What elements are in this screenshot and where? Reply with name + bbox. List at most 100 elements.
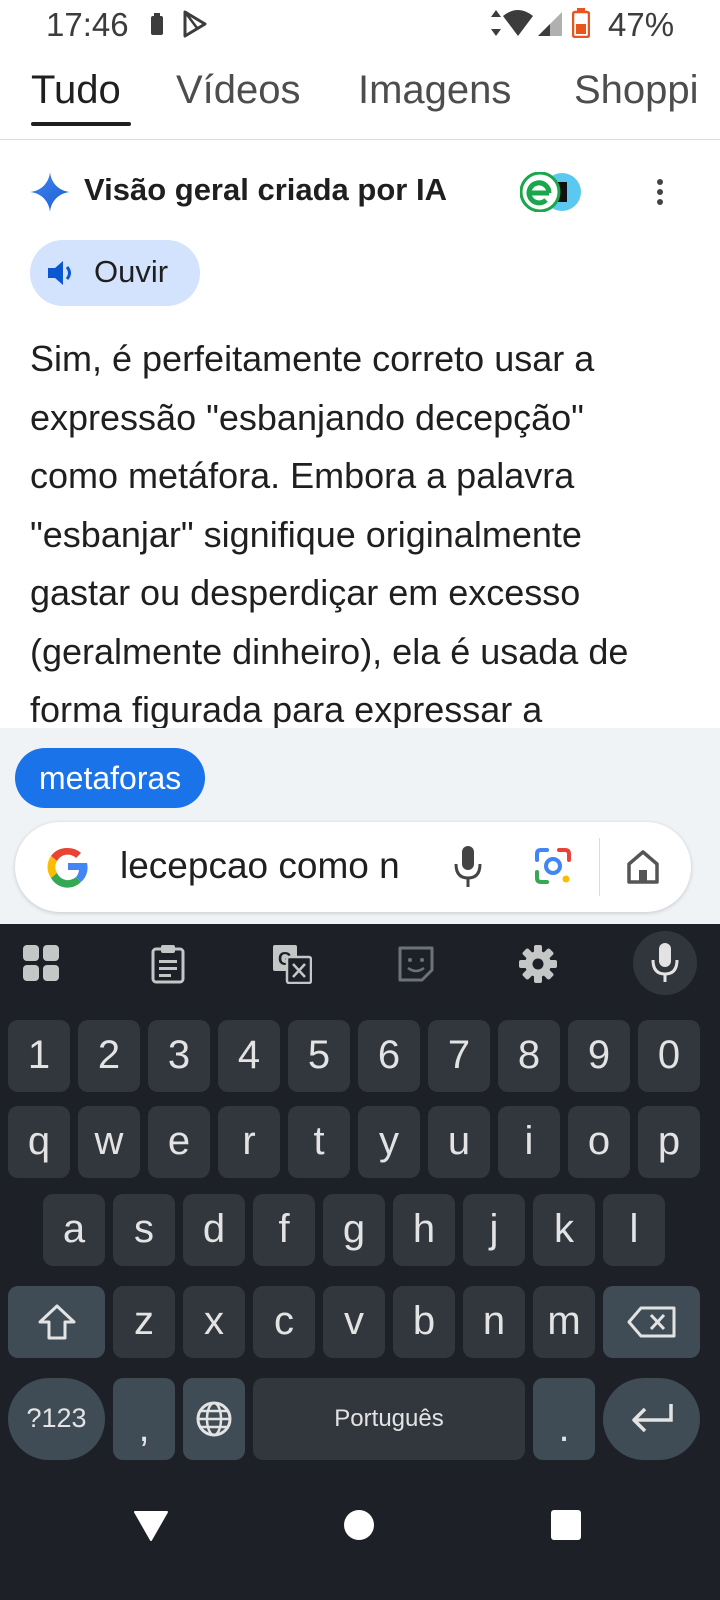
tab-shopping[interactable]: Shoppi — [574, 68, 699, 113]
wifi-icon — [503, 10, 533, 36]
ai-text-line: Sim, é perfeitamente correto usar a — [30, 338, 595, 379]
comma-key[interactable]: , — [113, 1378, 175, 1460]
key-a[interactable]: a — [43, 1194, 105, 1266]
suggestion-chip[interactable]: metaforas — [15, 748, 206, 808]
search-divider — [599, 838, 600, 896]
backspace-key[interactable] — [603, 1286, 700, 1358]
globe-icon — [196, 1401, 232, 1437]
language-key[interactable] — [183, 1378, 245, 1460]
enter-arrow-icon — [632, 1404, 673, 1433]
play-store-icon — [183, 10, 207, 38]
enter-key[interactable] — [603, 1378, 700, 1460]
battery-icon — [572, 8, 590, 38]
key-6[interactable]: 6 — [358, 1020, 420, 1092]
ai-overview-title: Visão geral criada por IA — [84, 172, 447, 207]
more-options-icon[interactable] — [648, 172, 672, 212]
key-m[interactable]: m — [533, 1286, 595, 1358]
listen-label: Ouvir — [94, 254, 169, 289]
translate-icon[interactable]: G — [272, 944, 312, 984]
key-y[interactable]: y — [358, 1106, 420, 1178]
settings-gear-icon[interactable] — [518, 944, 558, 984]
keyboard: G 1 2 3 4 5 6 7 8 9 0 q w e r t y u i o … — [0, 924, 720, 1486]
tab-all[interactable]: Tudo — [31, 68, 121, 113]
key-k[interactable]: k — [533, 1194, 595, 1266]
search-input[interactable]: lecepcao como n — [120, 845, 425, 887]
key-0[interactable]: 0 — [638, 1020, 700, 1092]
google-lens-icon[interactable] — [533, 846, 573, 886]
battery-saver-icon — [151, 13, 163, 35]
key-i[interactable]: i — [498, 1106, 560, 1178]
key-1[interactable]: 1 — [8, 1020, 70, 1092]
search-query-text: lecepcao como n — [120, 845, 400, 886]
space-key[interactable]: Português — [253, 1378, 525, 1460]
key-9[interactable]: 9 — [568, 1020, 630, 1092]
extension-avatar-icon[interactable] — [520, 172, 582, 212]
tab-images[interactable]: Imagens — [358, 68, 511, 113]
data-arrows-icon — [491, 10, 501, 36]
google-logo-icon — [47, 847, 88, 888]
symbols-key[interactable]: ?123 — [8, 1378, 105, 1460]
key-t[interactable]: t — [288, 1106, 350, 1178]
key-u[interactable]: u — [428, 1106, 490, 1178]
key-3[interactable]: 3 — [148, 1020, 210, 1092]
search-bar: lecepcao como n — [15, 822, 691, 912]
key-v[interactable]: v — [323, 1286, 385, 1358]
listen-button[interactable]: Ouvir — [30, 240, 200, 306]
key-p[interactable]: p — [638, 1106, 700, 1178]
key-s[interactable]: s — [113, 1194, 175, 1266]
sticker-icon[interactable] — [396, 944, 436, 984]
signal-icon — [538, 12, 562, 36]
key-o[interactable]: o — [568, 1106, 630, 1178]
back-icon[interactable] — [134, 1510, 168, 1542]
key-z[interactable]: z — [113, 1286, 175, 1358]
status-bar: 17:46 47% — [0, 0, 720, 52]
status-time: 17:46 — [46, 6, 129, 43]
key-f[interactable]: f — [253, 1194, 315, 1266]
key-2[interactable]: 2 — [78, 1020, 140, 1092]
battery-percent: 47% — [608, 6, 675, 43]
ai-text-line: gastar ou desperdiçar em excesso — [30, 572, 581, 613]
tab-videos[interactable]: Vídeos — [176, 68, 301, 113]
clipboard-icon[interactable] — [148, 944, 188, 984]
key-7[interactable]: 7 — [428, 1020, 490, 1092]
key-4[interactable]: 4 — [218, 1020, 280, 1092]
speaker-icon — [48, 261, 71, 285]
key-l[interactable]: l — [603, 1194, 665, 1266]
period-key[interactable]: . — [533, 1378, 595, 1460]
key-d[interactable]: d — [183, 1194, 245, 1266]
microphone-icon — [651, 943, 679, 982]
key-b[interactable]: b — [393, 1286, 455, 1358]
ai-text-line: (geralmente dinheiro), ela é usada de — [30, 630, 629, 672]
key-j[interactable]: j — [463, 1194, 525, 1266]
home-icon[interactable] — [625, 848, 661, 886]
key-r[interactable]: r — [218, 1106, 280, 1178]
key-5[interactable]: 5 — [288, 1020, 350, 1092]
shift-arrow-icon — [38, 1304, 76, 1340]
ai-text-line: expressão "esbanjando decepção" — [30, 396, 584, 438]
ai-text-line: "esbanjar" signifique originalmente — [30, 513, 582, 555]
voice-search-icon[interactable] — [453, 846, 483, 888]
home-button[interactable] — [344, 1510, 374, 1540]
key-n[interactable]: n — [463, 1286, 525, 1358]
ai-overview-text: Sim, é perfeitamente correto usar a expr… — [30, 330, 690, 740]
active-tab-indicator — [31, 122, 131, 126]
ai-overview-header: Visão geral criada por IA — [30, 168, 700, 218]
key-e[interactable]: e — [148, 1106, 210, 1178]
search-tabs: Tudo Vídeos Imagens Shoppi — [0, 62, 720, 140]
key-w[interactable]: w — [78, 1106, 140, 1178]
recents-button[interactable] — [551, 1510, 581, 1540]
backspace-icon — [627, 1306, 676, 1338]
ai-text-line: como metáfora. Embora a palavra — [30, 455, 575, 496]
sparkle-icon — [30, 172, 70, 212]
apps-grid-icon[interactable] — [22, 944, 62, 984]
key-c[interactable]: c — [253, 1286, 315, 1358]
key-g[interactable]: g — [323, 1194, 385, 1266]
key-q[interactable]: q — [8, 1106, 70, 1178]
keyboard-voice-button[interactable] — [633, 931, 697, 995]
key-x[interactable]: x — [183, 1286, 245, 1358]
navigation-bar — [0, 1486, 720, 1600]
key-8[interactable]: 8 — [498, 1020, 560, 1092]
key-h[interactable]: h — [393, 1194, 455, 1266]
shift-key[interactable] — [8, 1286, 105, 1358]
suggestion-panel: metaforas lecepcao como n — [0, 728, 720, 924]
